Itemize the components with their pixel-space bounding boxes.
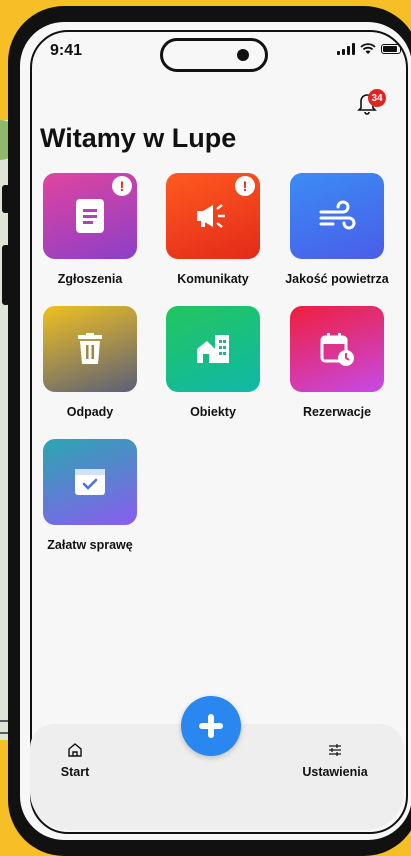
tile-label-rezerwacje: Rezerwacje — [302, 405, 372, 419]
phone-volume-button — [2, 245, 10, 305]
nav-start[interactable]: Start — [50, 742, 100, 782]
tile-jakosc-powietrza[interactable] — [290, 173, 384, 259]
battery-icon — [381, 44, 401, 54]
tile-label-zalatw-sprawe: Załatw sprawę — [47, 538, 133, 552]
camera-dot — [237, 49, 249, 61]
browser-check-icon — [75, 469, 105, 495]
notification-badge: 34 — [368, 89, 386, 107]
tile-odpady[interactable] — [43, 306, 137, 392]
tile-rezerwacje[interactable] — [290, 306, 384, 392]
signal-icon — [337, 43, 355, 55]
tile-label-komunikaty: Komunikaty — [177, 272, 249, 286]
tile-obiekty[interactable] — [166, 306, 260, 392]
document-icon — [76, 199, 104, 233]
nav-settings-label: Ustawienia — [302, 765, 368, 779]
buildings-icon — [197, 335, 229, 363]
alert-badge: ! — [112, 176, 132, 196]
page-title: Witamy w Lupe — [40, 123, 237, 153]
nav-start-label: Start — [60, 765, 90, 779]
wind-icon — [319, 200, 356, 230]
wifi-icon — [360, 43, 376, 54]
sliders-icon — [329, 744, 341, 756]
nav-settings[interactable]: Ustawienia — [295, 742, 375, 782]
plus-icon — [199, 714, 223, 738]
megaphone-icon — [197, 204, 225, 228]
calendar-clock-icon — [320, 333, 354, 366]
home-icon — [68, 743, 82, 757]
tile-label-jakosc-powietrza: Jakość powietrza — [285, 272, 389, 286]
alert-badge: ! — [235, 176, 255, 196]
tile-label-odpady: Odpady — [66, 405, 114, 419]
status-time: 9:41 — [50, 42, 83, 59]
tile-label-zgloszenia: Zgłoszenia — [57, 272, 123, 286]
status-icons — [337, 43, 401, 55]
phone-mute-button — [2, 185, 10, 213]
trash-icon — [78, 333, 102, 364]
tile-label-obiekty: Obiekty — [190, 405, 236, 419]
dynamic-island — [160, 38, 268, 72]
add-button[interactable] — [181, 696, 241, 756]
tile-zalatw-sprawe[interactable] — [43, 439, 137, 525]
